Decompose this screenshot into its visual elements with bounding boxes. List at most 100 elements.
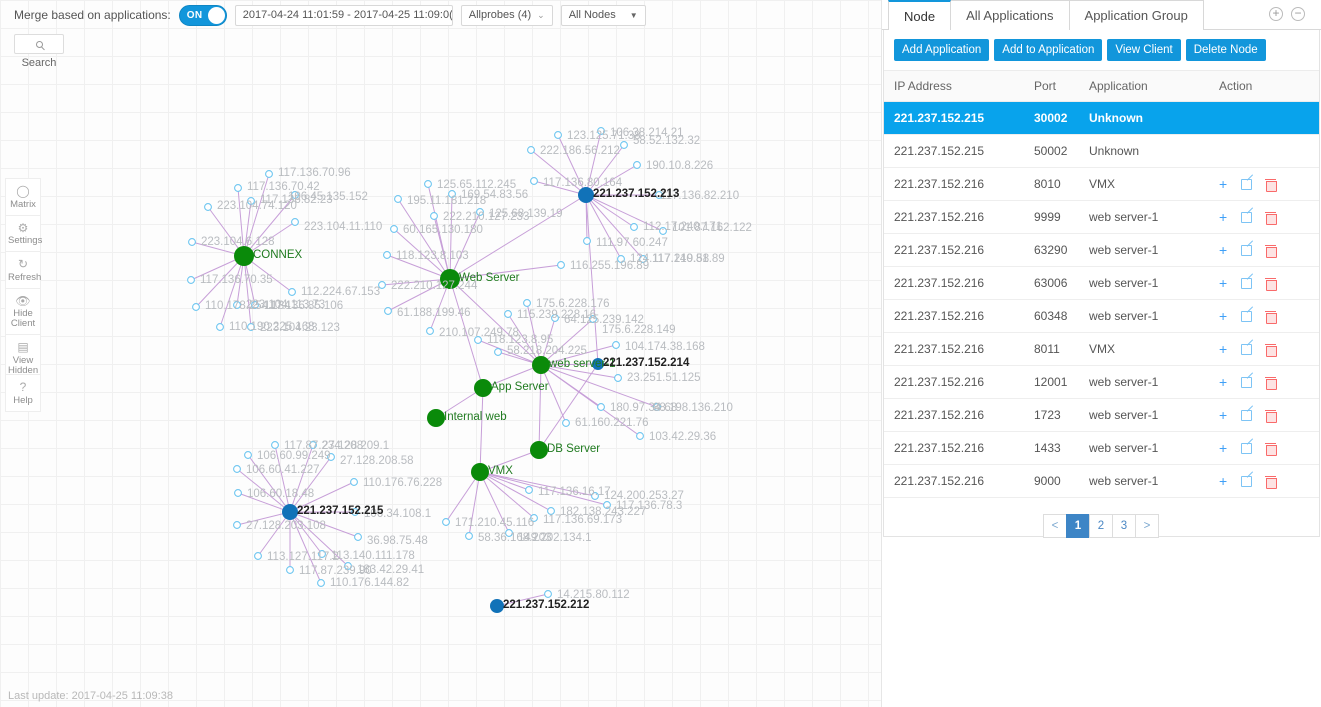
table-row[interactable]: 221.237.152.216 12001 web server-1 +	[884, 365, 1319, 399]
graph-leaf-node[interactable]	[204, 203, 212, 211]
probes-select[interactable]: Allprobes (4) ⌄	[460, 4, 553, 26]
graph-leaf-node[interactable]	[504, 310, 512, 318]
delete-icon[interactable]	[1265, 310, 1278, 324]
date-range-input[interactable]: 2017-04-24 11:01:59 - 2017-04-25 11:09:0…	[234, 4, 453, 26]
graph-leaf-node[interactable]	[344, 562, 352, 570]
graph-leaf-node[interactable]	[630, 223, 638, 231]
add-icon[interactable]: +	[1219, 210, 1227, 224]
rail-item-refresh[interactable]: ↻ Refresh	[6, 252, 41, 289]
graph-leaf-node[interactable]	[523, 299, 531, 307]
graph-leaf-node[interactable]	[551, 314, 559, 322]
add-icon[interactable]: +	[1219, 474, 1227, 488]
graph-leaf-node[interactable]	[603, 501, 611, 509]
table-row[interactable]: 221.237.152.215 30002 Unknown	[884, 101, 1319, 135]
delete-icon[interactable]	[1265, 178, 1278, 192]
graph-leaf-node[interactable]	[187, 276, 195, 284]
graph-leaf-node[interactable]	[378, 281, 386, 289]
rail-item-hide-client[interactable]: 👁 Hide Client	[6, 289, 40, 336]
edit-icon[interactable]	[1241, 244, 1253, 256]
zoom-out-icon[interactable]: −	[1291, 7, 1305, 21]
pagination-prev[interactable]: <	[1043, 514, 1067, 538]
graph-hub-node[interactable]	[440, 269, 460, 289]
view-client-button[interactable]: View Client	[1107, 39, 1181, 61]
graph-leaf-node[interactable]	[612, 341, 620, 349]
graph-leaf-node[interactable]	[562, 419, 570, 427]
graph-leaf-node[interactable]	[390, 225, 398, 233]
table-row[interactable]: 221.237.152.215 50002 Unknown	[884, 134, 1319, 168]
graph-leaf-node[interactable]	[655, 191, 663, 199]
add-icon[interactable]: +	[1219, 276, 1227, 290]
graph-hub-node[interactable]	[427, 409, 445, 427]
rail-item-matrix[interactable]: ◯ Matrix	[6, 179, 40, 216]
graph-leaf-node[interactable]	[384, 307, 392, 315]
graph-leaf-node[interactable]	[589, 315, 597, 323]
graph-leaf-node[interactable]	[505, 529, 513, 537]
graph-leaf-node[interactable]	[350, 478, 358, 486]
table-row[interactable]: 221.237.152.216 1433 web server-1 +	[884, 431, 1319, 465]
graph-leaf-node[interactable]	[653, 403, 661, 411]
graph-leaf-node[interactable]	[530, 514, 538, 522]
tab-node[interactable]: Node	[888, 0, 952, 30]
tab-all-applications[interactable]: All Applications	[950, 0, 1070, 30]
add-icon[interactable]: +	[1219, 243, 1227, 257]
graph-leaf-node[interactable]	[442, 518, 450, 526]
edit-icon[interactable]	[1241, 178, 1253, 190]
graph-leaf-node[interactable]	[617, 255, 625, 263]
table-row[interactable]: 221.237.152.216 8010 VMX +	[884, 167, 1319, 201]
graph-leaf-node[interactable]	[309, 441, 317, 449]
network-graph-pane[interactable]: 117.136.70.96 117.136.70.42 117.136.82.23 1…	[0, 0, 881, 707]
graph-leaf-node[interactable]	[354, 533, 362, 541]
graph-leaf-node[interactable]	[633, 161, 641, 169]
edit-icon[interactable]	[1241, 475, 1253, 487]
graph-leaf-node[interactable]	[244, 451, 252, 459]
graph-leaf-node[interactable]	[288, 288, 296, 296]
add-application-button[interactable]: Add Application	[894, 39, 990, 61]
graph-leaf-node[interactable]	[620, 141, 628, 149]
graph-hub-node[interactable]	[592, 358, 604, 370]
graph-hub-node[interactable]	[474, 379, 492, 397]
graph-leaf-node[interactable]	[265, 170, 273, 178]
graph-hub-node[interactable]	[532, 356, 550, 374]
edit-icon[interactable]	[1241, 376, 1253, 388]
delete-icon[interactable]	[1265, 442, 1278, 456]
rail-item-help[interactable]: ? Help	[6, 375, 40, 411]
table-row[interactable]: 221.237.152.216 63006 web server-1 +	[884, 266, 1319, 300]
graph-leaf-node[interactable]	[527, 146, 535, 154]
delete-node-button[interactable]: Delete Node	[1185, 39, 1266, 61]
pagination-page-1[interactable]: 1	[1066, 514, 1090, 538]
zoom-in-icon[interactable]: +	[1269, 7, 1283, 21]
delete-icon[interactable]	[1265, 409, 1278, 423]
graph-leaf-node[interactable]	[659, 227, 667, 235]
edit-icon[interactable]	[1241, 442, 1253, 454]
edit-icon[interactable]	[1241, 277, 1253, 289]
graph-leaf-node[interactable]	[234, 489, 242, 497]
delete-icon[interactable]	[1265, 244, 1278, 258]
graph-leaf-node[interactable]	[583, 237, 591, 245]
add-icon[interactable]: +	[1219, 177, 1227, 191]
graph-leaf-node[interactable]	[636, 432, 644, 440]
graph-leaf-node[interactable]	[597, 127, 605, 135]
merge-toggle[interactable]: ON	[178, 4, 227, 26]
graph-leaf-node[interactable]	[494, 348, 502, 356]
graph-leaf-node[interactable]	[192, 303, 200, 311]
graph-leaf-node[interactable]	[251, 301, 259, 309]
add-to-application-button[interactable]: Add to Application	[994, 39, 1103, 61]
graph-leaf-node[interactable]	[291, 191, 299, 199]
graph-leaf-node[interactable]	[544, 590, 552, 598]
graph-leaf-node[interactable]	[233, 521, 241, 529]
graph-leaf-node[interactable]	[286, 566, 294, 574]
rail-item-settings[interactable]: ⚙ Settings	[6, 216, 42, 253]
graph-leaf-node[interactable]	[216, 323, 224, 331]
edit-icon[interactable]	[1241, 409, 1253, 421]
graph-leaf-node[interactable]	[476, 208, 484, 216]
graph-leaf-node[interactable]	[291, 218, 299, 226]
add-icon[interactable]: +	[1219, 408, 1227, 422]
graph-leaf-node[interactable]	[351, 508, 359, 516]
table-row[interactable]: 221.237.152.216 9000 web server-1 +	[884, 464, 1319, 498]
pagination-page-3[interactable]: 3	[1112, 514, 1136, 538]
table-row[interactable]: 221.237.152.216 1723 web server-1 +	[884, 398, 1319, 432]
graph-leaf-node[interactable]	[474, 336, 482, 344]
graph-leaf-node[interactable]	[318, 550, 326, 558]
graph-leaf-node[interactable]	[383, 251, 391, 259]
graph-leaf-node[interactable]	[448, 190, 456, 198]
